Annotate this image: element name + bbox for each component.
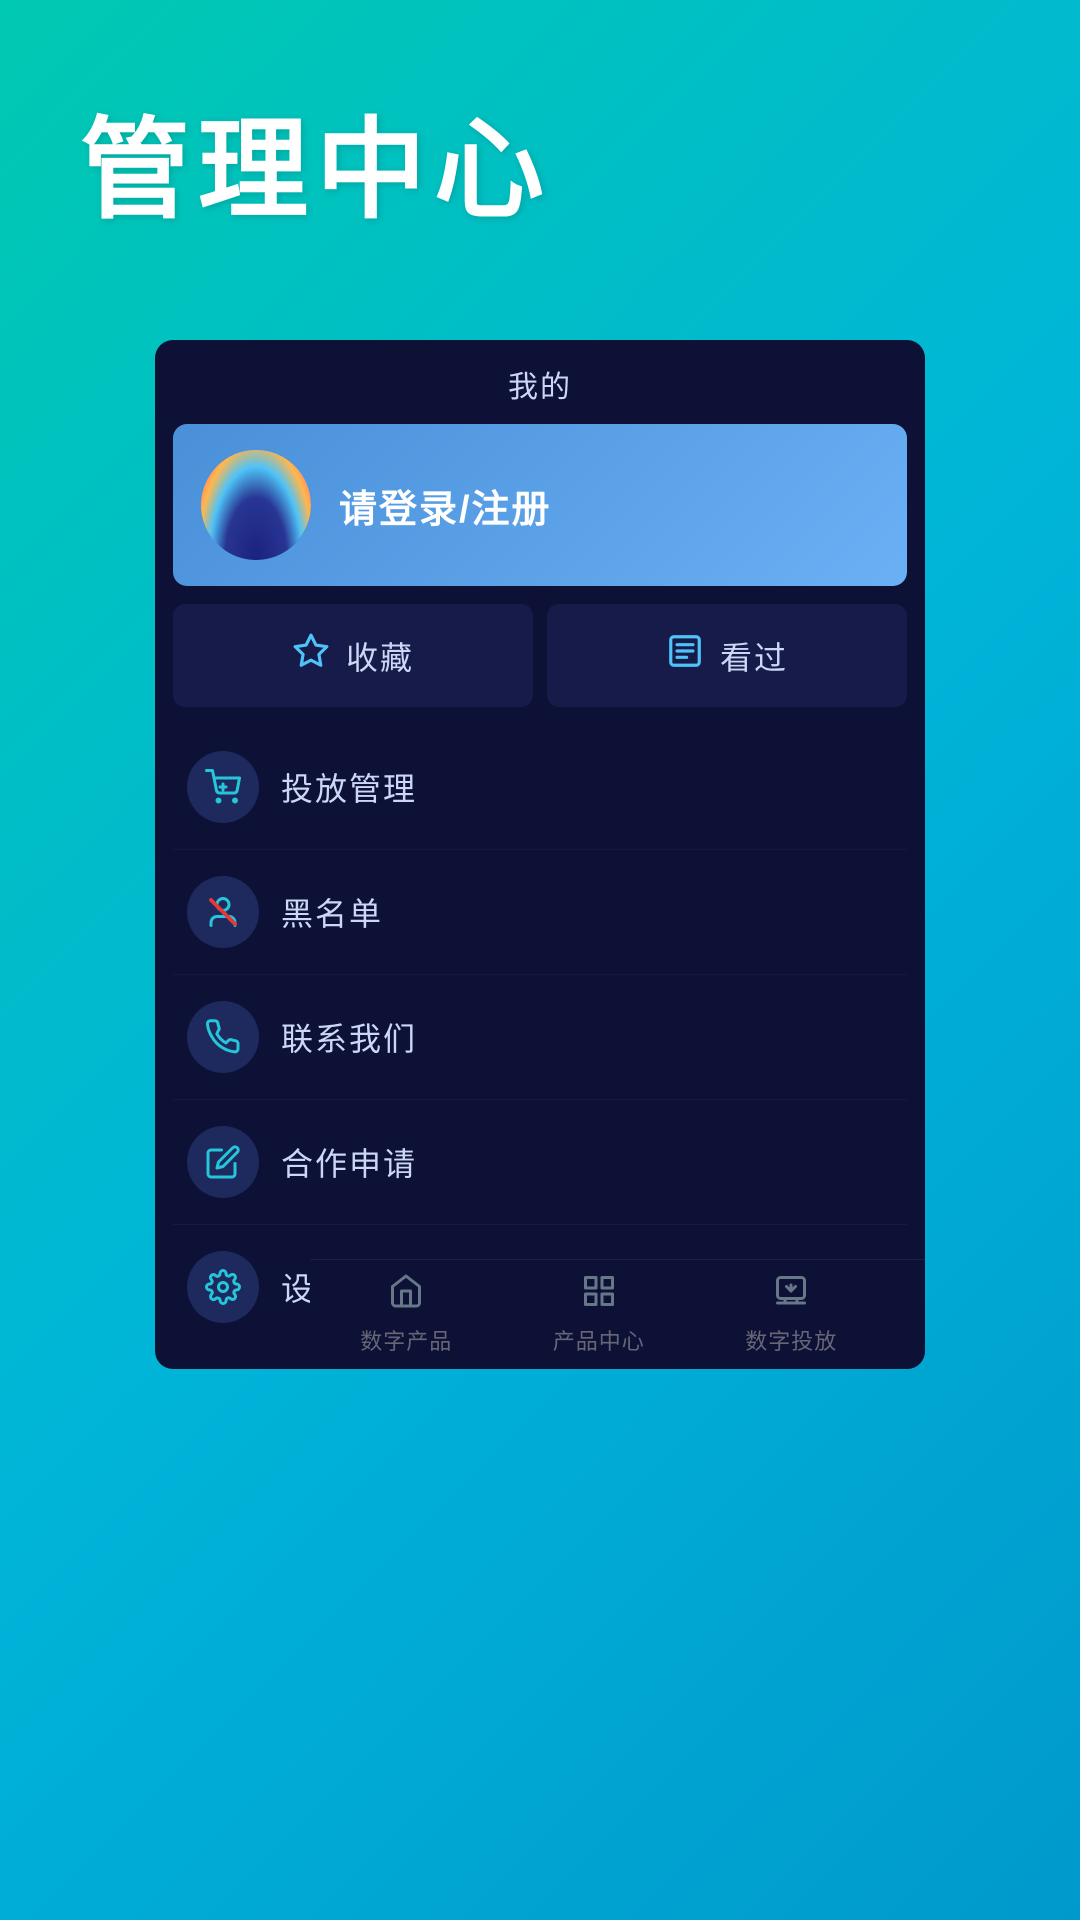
cooperation-icon-circle: [187, 1126, 259, 1198]
star-icon: [292, 632, 330, 679]
page-title: 管理中心: [80, 80, 552, 240]
history-button[interactable]: 看过: [547, 604, 907, 707]
placement-label: 投放管理: [281, 764, 417, 810]
product-center-icon: [581, 1273, 617, 1318]
menu-item-placement[interactable]: 投放管理: [173, 725, 907, 850]
menu-list: 投放管理 黑名单 联系我们: [173, 725, 907, 1349]
settings-icon-circle: [187, 1251, 259, 1323]
nav-item-mine[interactable]: 我的: [888, 1273, 926, 1356]
digital-product-icon: [388, 1273, 424, 1318]
history-icon: [666, 632, 704, 679]
menu-item-cooperation[interactable]: 合作申请: [173, 1100, 907, 1225]
history-label: 看过: [720, 633, 788, 679]
digital-product-label: 数字产品: [360, 1324, 452, 1356]
login-banner[interactable]: 请登录/注册: [173, 424, 907, 586]
menu-item-blacklist[interactable]: 黑名单: [173, 850, 907, 975]
contact-label: 联系我们: [281, 1014, 417, 1060]
blacklist-label: 黑名单: [281, 889, 383, 935]
nav-item-digital-broadcast[interactable]: 数字投放: [695, 1273, 888, 1356]
bottom-nav: 数字产品 产品中心 数字投放: [310, 1259, 925, 1369]
product-center-label: 产品中心: [553, 1324, 645, 1356]
favorites-button[interactable]: 收藏: [173, 604, 533, 707]
card-header: 我的: [155, 340, 925, 424]
contact-icon-circle: [187, 1001, 259, 1073]
nav-item-product-center[interactable]: 产品中心: [503, 1273, 696, 1356]
digital-broadcast-label: 数字投放: [745, 1324, 837, 1356]
main-card: 我的 请登录/注册 收藏 看过: [155, 340, 925, 1369]
avatar: [201, 450, 311, 560]
cooperation-label: 合作申请: [281, 1139, 417, 1185]
placement-icon-circle: [187, 751, 259, 823]
quick-actions-row: 收藏 看过: [173, 604, 907, 707]
menu-item-contact[interactable]: 联系我们: [173, 975, 907, 1100]
blacklist-icon-circle: [187, 876, 259, 948]
digital-broadcast-icon: [773, 1273, 809, 1318]
favorites-label: 收藏: [346, 633, 414, 679]
login-register-text: 请登录/注册: [339, 478, 552, 533]
nav-item-digital-product[interactable]: 数字产品: [310, 1273, 503, 1356]
